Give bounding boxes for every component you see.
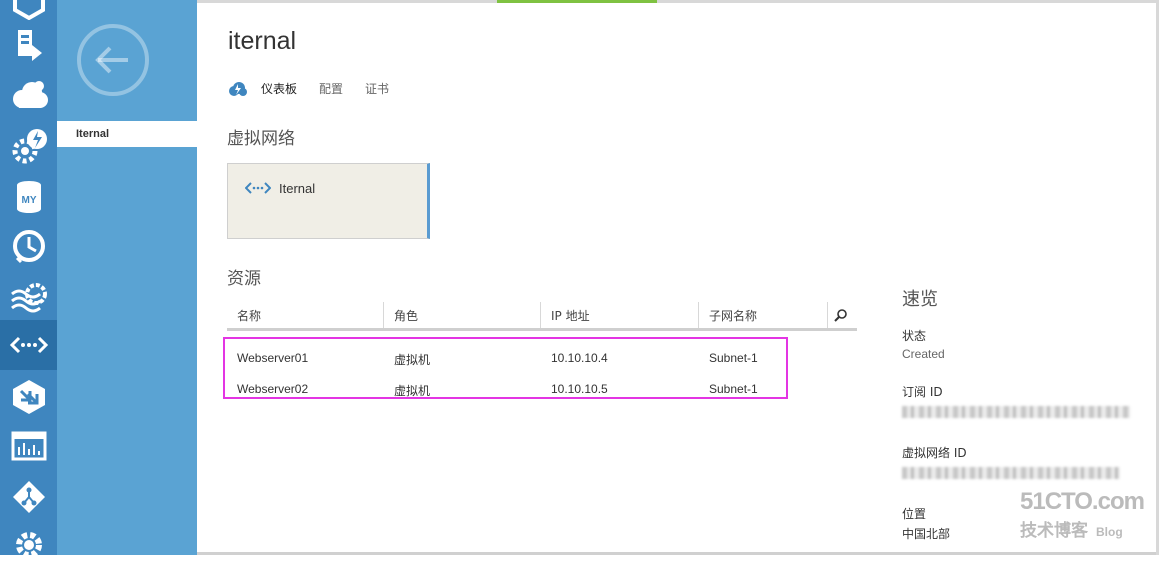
vnet-heading: 虚拟网络 (227, 129, 295, 149)
back-arrow-icon (95, 46, 128, 74)
vnet-id-redacted (902, 467, 1120, 479)
left-nav: MY (0, 0, 57, 558)
clock-icon[interactable] (0, 221, 57, 271)
page-title: iternal (228, 27, 297, 55)
column-header-subnet[interactable]: 子网名称 (709, 307, 757, 324)
tab-configure[interactable]: 配置 (319, 80, 343, 97)
column-divider (540, 302, 541, 328)
tab-dashboard[interactable]: 仪表板 (261, 80, 297, 97)
subscription-id-label: 订阅 ID (902, 385, 943, 399)
status-label: 状态 (902, 329, 927, 343)
traffic-manager-icon[interactable] (0, 372, 57, 422)
web-deploy-icon[interactable] (0, 20, 57, 70)
virtual-network-icon[interactable] (0, 320, 57, 370)
main-content: iternal 仪表板 配置 证书 虚拟网络 Iternal 资源 名称 角色 … (197, 0, 1159, 555)
back-button[interactable] (77, 24, 149, 96)
git-icon[interactable] (0, 472, 57, 522)
subnav-item-label: Iternal (76, 128, 110, 140)
column-header-ip[interactable]: IP 地址 (551, 307, 590, 324)
watermark-subtitle: 技术博客 (1020, 521, 1088, 541)
column-divider (383, 302, 384, 328)
highlight-box (223, 337, 788, 399)
column-divider (698, 302, 699, 328)
quickstart-cloud-icon[interactable] (228, 81, 248, 97)
virtual-network-icon (245, 182, 271, 194)
subnav-item-iternal[interactable]: Iternal (57, 121, 197, 147)
mysql-icon[interactable]: MY (0, 172, 57, 222)
summary-title: 速览 (902, 289, 938, 310)
table-header: 名称 角色 IP 地址 子网名称 (227, 302, 857, 331)
tab-bar: 仪表板 配置 证书 (228, 80, 411, 97)
vnet-tile[interactable]: Iternal (227, 163, 430, 239)
column-header-role[interactable]: 角色 (394, 307, 418, 324)
resources-table: 名称 角色 IP 地址 子网名称 Webserver01 虚拟机 10.10.1… (227, 302, 857, 398)
sub-nav: Iternal (57, 0, 197, 555)
gear-lightning-icon[interactable] (0, 121, 57, 171)
subscription-id-redacted (902, 406, 1130, 418)
site-watermark: 51CTO.com 技术博客 Blog (1020, 488, 1150, 548)
column-divider (827, 302, 828, 328)
tab-certificates[interactable]: 证书 (365, 80, 389, 97)
column-header-name[interactable]: 名称 (237, 307, 261, 324)
watermark-blog: Blog (1096, 525, 1123, 539)
watermark-site: 51CTO.com (1020, 488, 1145, 515)
hdinsight-icon[interactable] (0, 272, 57, 322)
search-icon[interactable] (834, 308, 848, 322)
settings-icon[interactable] (0, 520, 57, 570)
resources-heading: 资源 (227, 269, 261, 289)
status-value: Created (902, 347, 945, 361)
svg-text:MY: MY (21, 195, 36, 206)
vnet-tile-label: Iternal (279, 181, 316, 196)
dashboard-icon[interactable] (0, 421, 57, 471)
vnet-id-label: 虚拟网络 ID (902, 446, 967, 460)
cloud-icon[interactable] (0, 70, 57, 120)
